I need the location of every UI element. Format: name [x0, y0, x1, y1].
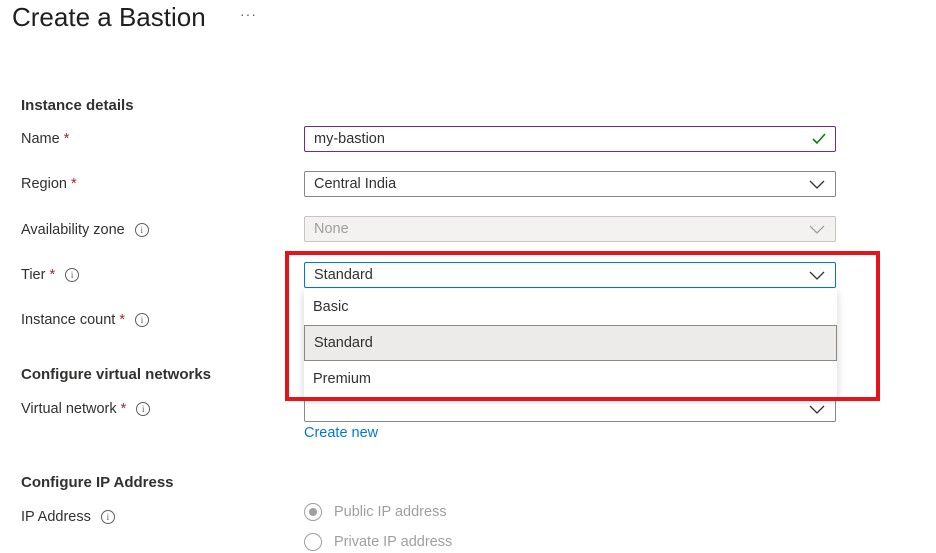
info-icon[interactable]: i	[100, 510, 115, 524]
chevron-down-icon	[809, 225, 825, 234]
name-input[interactable]: my-bastion	[304, 126, 836, 152]
name-label-text: Name	[21, 131, 60, 147]
availability-zone-value: None	[314, 221, 349, 237]
required-marker: *	[63, 131, 70, 147]
tier-label: Tier * i	[21, 267, 80, 283]
region-select-value: Central India	[314, 176, 397, 192]
info-icon[interactable]: i	[136, 402, 151, 416]
radio-private-ip[interactable]: Private IP address	[304, 533, 452, 551]
availability-zone-select: None	[304, 216, 836, 242]
section-heading-virtual-networks: Configure virtual networks	[21, 366, 212, 383]
chevron-down-icon	[809, 180, 825, 189]
radio-public-ip-label: Public IP address	[334, 504, 447, 520]
info-icon[interactable]: i	[134, 313, 149, 327]
tier-label-text: Tier	[21, 267, 46, 283]
virtual-network-label-text: Virtual network	[21, 401, 117, 417]
ip-address-label: IP Address i	[21, 509, 115, 525]
page-title: Create a Bastion	[12, 2, 206, 32]
region-label-text: Region	[21, 176, 67, 192]
instance-count-label: Instance count * i	[21, 312, 149, 328]
name-input-value: my-bastion	[314, 131, 385, 147]
info-icon[interactable]: i	[65, 268, 80, 282]
region-select[interactable]: Central India	[304, 171, 836, 197]
annotation-highlight-box	[285, 251, 880, 401]
radio-button-icon[interactable]	[304, 503, 322, 521]
radio-public-ip[interactable]: Public IP address	[304, 503, 447, 521]
virtual-network-label: Virtual network * i	[21, 401, 151, 417]
required-marker: *	[120, 401, 127, 417]
create-new-link[interactable]: Create new	[304, 425, 378, 441]
name-label: Name *	[21, 131, 69, 147]
section-heading-ip-address: Configure IP Address	[21, 474, 174, 491]
ip-address-label-text: IP Address	[21, 509, 91, 525]
required-marker: *	[119, 312, 125, 328]
required-marker: *	[49, 267, 56, 283]
required-marker: *	[70, 176, 77, 192]
region-label: Region *	[21, 176, 77, 192]
radio-private-ip-label: Private IP address	[334, 534, 453, 550]
section-heading-instance-details: Instance details	[21, 97, 134, 114]
radio-button-icon[interactable]	[304, 533, 322, 551]
availability-zone-label: Availability zone i	[21, 222, 149, 238]
instance-count-label-text: Instance count	[21, 312, 116, 328]
info-icon[interactable]: i	[134, 223, 149, 237]
availability-zone-label-text: Availability zone	[21, 222, 125, 238]
more-options-icon[interactable]: ···	[240, 6, 257, 22]
checkmark-icon	[812, 133, 826, 145]
chevron-down-icon	[809, 405, 825, 414]
